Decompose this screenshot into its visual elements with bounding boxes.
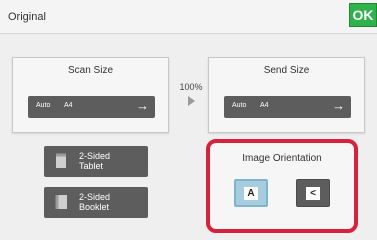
booklet-doc-icon xyxy=(55,195,67,209)
orientation-landscape-button[interactable]: < xyxy=(296,179,330,207)
right-arrow-icon: → xyxy=(136,98,149,113)
portrait-orientation-icon: A xyxy=(244,186,258,200)
send-size-value: A4 xyxy=(260,102,269,109)
two-sided-tablet-label: 2-Sided Tablet xyxy=(79,151,111,171)
right-arrow-icon: → xyxy=(332,98,345,113)
two-sided-booklet-label: 2-Sided Booklet xyxy=(79,192,111,212)
title-bar: Original OK xyxy=(0,0,377,34)
ratio-value: 100% xyxy=(179,82,203,92)
send-size-mode: Auto xyxy=(232,102,247,109)
image-orientation-panel: Image Orientation A < xyxy=(206,139,358,233)
image-orientation-title: Image Orientation xyxy=(242,153,322,164)
scan-size-value: A4 xyxy=(64,102,73,109)
scan-size-label: Scan Size xyxy=(67,65,114,76)
scan-size-panel: Scan Size Auto A4 → xyxy=(12,57,169,133)
ok-button[interactable]: OK xyxy=(349,3,377,27)
two-sided-tablet-button[interactable]: 2-Sided Tablet xyxy=(44,146,148,177)
send-size-label: Send Size xyxy=(263,65,310,76)
scan-size-field[interactable]: Auto A4 → xyxy=(28,96,155,118)
play-arrow-icon xyxy=(188,96,195,106)
screen: Original OK Scan Size Auto A4 → 100% Sen… xyxy=(0,0,377,240)
landscape-orientation-icon: < xyxy=(306,186,320,200)
send-size-field[interactable]: Auto A4 → xyxy=(224,96,351,118)
two-sided-booklet-button[interactable]: 2-Sided Booklet xyxy=(44,187,148,218)
scan-size-mode: Auto xyxy=(36,102,51,109)
tablet-doc-icon xyxy=(56,153,66,168)
orientation-portrait-button[interactable]: A xyxy=(234,179,268,207)
page-title: Original xyxy=(8,11,46,23)
send-size-panel: Send Size Auto A4 → xyxy=(208,57,365,133)
